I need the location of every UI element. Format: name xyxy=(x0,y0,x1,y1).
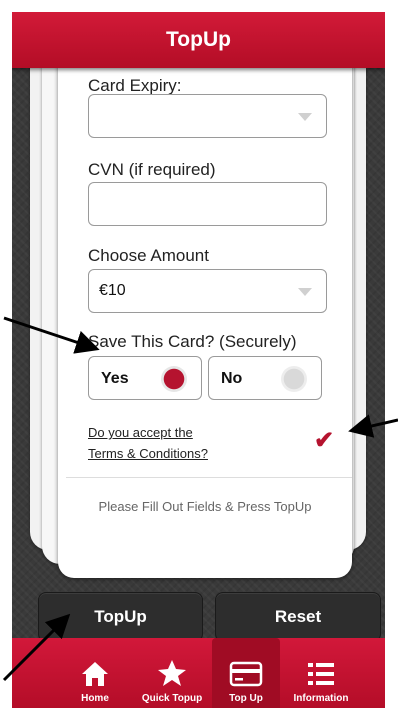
arrow-to-yes-option xyxy=(3,316,100,354)
arrow-to-terms-check xyxy=(348,414,398,438)
page-title: TopUp xyxy=(166,28,231,51)
header-bar: TopUp xyxy=(12,12,385,68)
arrow-to-topup-button xyxy=(2,613,71,682)
annotation-arrows xyxy=(2,316,398,682)
